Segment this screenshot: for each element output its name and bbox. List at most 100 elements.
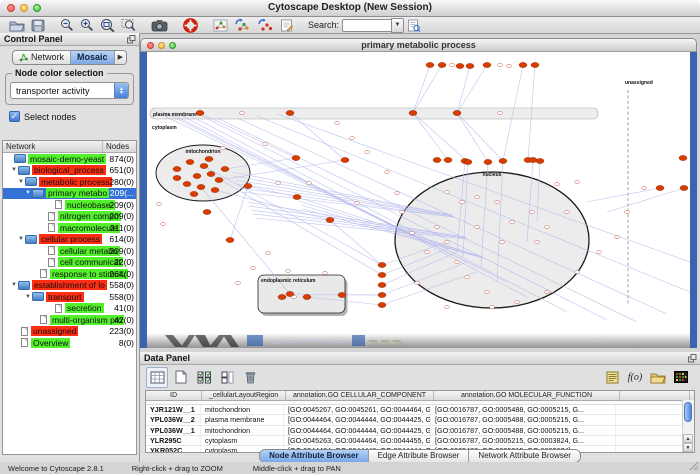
table-cell[interactable]: YPL036W__1 [146, 426, 201, 435]
scrollbar-thumb[interactable] [684, 402, 692, 422]
network-node[interactable] [278, 294, 286, 299]
network-node[interactable] [519, 62, 527, 67]
network-node[interactable] [444, 157, 452, 162]
network-node[interactable] [680, 185, 688, 190]
chevron-down-icon[interactable]: ▼ [391, 18, 404, 33]
tree-row[interactable]: ▼cellular process614(0) [3, 234, 136, 246]
network-node-small[interactable] [365, 150, 370, 153]
network-node-small[interactable] [575, 270, 580, 273]
table-cell[interactable] [616, 415, 685, 424]
network-node-small[interactable] [266, 251, 271, 254]
resize-grip[interactable] [689, 461, 699, 473]
column-header-empty[interactable] [620, 391, 690, 400]
disclosure-triangle-icon[interactable]: ▼ [25, 190, 31, 196]
network-node[interactable] [326, 217, 334, 222]
network-node[interactable] [464, 159, 472, 164]
table-cell[interactable]: [GO:0044464, GO:0044444, GO:0044425, G..… [284, 415, 431, 424]
network-node[interactable] [378, 272, 386, 277]
table-cell[interactable]: mitochondrion [201, 426, 284, 435]
table-cell[interactable]: YJR121W__1 [146, 405, 201, 414]
tab-network-attribute-browser[interactable]: Network Attribute Browser [469, 450, 579, 462]
search-input[interactable] [342, 19, 391, 32]
network-node-small[interactable] [545, 290, 550, 293]
network-node[interactable] [409, 110, 417, 115]
network-node[interactable] [338, 292, 346, 297]
network-node[interactable] [190, 191, 198, 196]
network-node-small[interactable] [475, 225, 480, 228]
network-node-small[interactable] [263, 142, 268, 145]
network-node[interactable] [378, 262, 386, 267]
snapshot-icon[interactable] [148, 18, 171, 33]
network-node-small[interactable] [465, 275, 470, 278]
network-node[interactable] [183, 181, 191, 186]
table-cell[interactable]: [GO:0044464, GO:0044444, GO:0044425, G..… [284, 426, 431, 435]
formula-icon[interactable]: f(o) [625, 368, 645, 387]
network-node-small[interactable] [161, 222, 166, 225]
new-attribute-icon[interactable] [171, 368, 191, 387]
table-cell[interactable] [616, 436, 685, 445]
network-node-small[interactable] [251, 266, 256, 269]
network-node-small[interactable] [395, 191, 400, 194]
network-node[interactable] [215, 177, 223, 182]
network-node-small[interactable] [510, 220, 515, 223]
network-node[interactable] [531, 62, 539, 67]
tree-row[interactable]: Overview8(0) [3, 337, 136, 349]
scroll-up-icon[interactable]: ▲ [683, 434, 693, 443]
network-node[interactable] [426, 62, 434, 67]
network-node-small[interactable] [350, 136, 355, 139]
network-node[interactable] [529, 157, 537, 162]
table-scrollbar[interactable]: ▲ ▼ [682, 400, 694, 452]
disclosure-triangle-icon[interactable]: ▼ [11, 282, 17, 288]
network-node[interactable] [656, 185, 664, 190]
network-node[interactable] [483, 62, 491, 67]
table-row[interactable]: YJR121W__1mitochondrion[GO:0045267, GO:0… [146, 405, 694, 415]
tree-row[interactable]: secretion41(0) [3, 303, 136, 315]
network-node-small[interactable] [535, 240, 540, 243]
network-node[interactable] [221, 166, 229, 171]
disclosure-triangle-icon[interactable]: ▼ [25, 294, 31, 300]
network-node[interactable] [173, 166, 181, 171]
network-node-small[interactable] [445, 190, 450, 193]
network-node-small[interactable] [385, 170, 390, 173]
network-node-small[interactable] [157, 202, 162, 205]
unselect-attributes-icon[interactable] [217, 368, 237, 387]
network-node[interactable] [378, 302, 386, 307]
zoom-out-icon[interactable] [57, 18, 77, 33]
network-node-small[interactable] [410, 231, 415, 234]
tree-row[interactable]: response to stimulu264(0) [3, 268, 136, 280]
network-node[interactable] [438, 62, 446, 67]
tree-row[interactable]: ▼transport558(0) [3, 291, 136, 303]
column-header[interactable]: _cellularLayoutRegion [202, 391, 286, 400]
table-row[interactable]: YPL036W__1mitochondrion[GO:0044464, GO:0… [146, 426, 694, 436]
table-cell[interactable]: [GO:0016787, GO:0005488, GO:0005215, G..… [431, 415, 616, 424]
network-edge[interactable] [457, 113, 488, 162]
network-node[interactable] [341, 157, 349, 162]
zoom-fit-icon[interactable] [97, 18, 118, 33]
network-edge[interactable] [290, 113, 345, 160]
network-node-small[interactable] [425, 250, 430, 253]
window-titlebar[interactable]: Cytoscape Desktop (New Session) [0, 0, 700, 17]
network-node[interactable] [378, 282, 386, 287]
network-node[interactable] [378, 292, 386, 297]
network-node-small[interactable] [498, 63, 503, 66]
import-table-icon[interactable] [254, 18, 277, 33]
table-cell[interactable]: plasma membrane [201, 415, 284, 424]
network-node[interactable] [207, 171, 215, 176]
tree-row[interactable]: cell communicat22(0) [3, 257, 136, 269]
node-color-dropdown[interactable]: transporter activity ▲▼ [10, 82, 129, 99]
table-cell[interactable]: [GO:0045267, GO:0045261, GO:0044464, G..… [284, 405, 431, 414]
network-node-small[interactable] [498, 111, 503, 114]
tab-network[interactable]: Network [13, 51, 71, 64]
help-icon[interactable] [180, 18, 201, 33]
tree-row[interactable]: ▼biological_process651(0) [3, 165, 136, 177]
network-node-small[interactable] [507, 64, 512, 67]
tab-edge-attribute-browser[interactable]: Edge Attribute Browser [369, 450, 470, 462]
new-network-icon[interactable] [210, 18, 231, 33]
network-node[interactable] [453, 110, 461, 115]
disclosure-triangle-icon[interactable]: ▼ [18, 179, 24, 185]
table-cell[interactable]: YPL036W__2 [146, 415, 201, 424]
tree-header-network[interactable]: Network [3, 141, 103, 152]
float-panel-icon[interactable] [127, 35, 136, 47]
zoom-in-icon[interactable] [77, 18, 97, 33]
network-view-titlebar[interactable]: primary metabolic process [140, 38, 697, 52]
